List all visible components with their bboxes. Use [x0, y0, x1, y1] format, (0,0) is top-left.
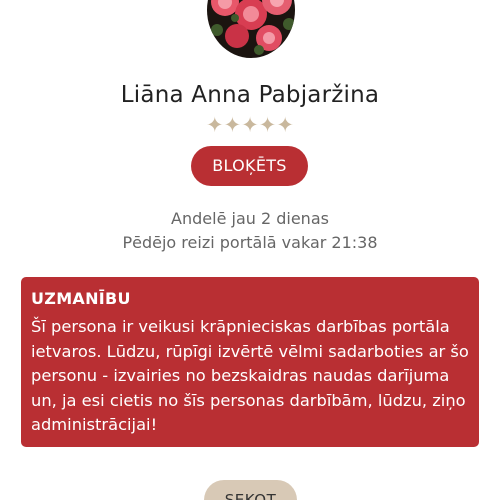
- follow-button[interactable]: SEKOT: [204, 480, 297, 500]
- last-seen-text: Pēdējo reizi portālā vakar 21:38: [122, 233, 378, 252]
- warning-text: Šī persona ir veikusi krāpnieciskas darb…: [31, 317, 469, 434]
- rating-stars: ✦✦✦✦✦: [206, 113, 294, 137]
- member-since-text: Andelē jau 2 dienas: [171, 209, 329, 228]
- warning-box: UZMANĪBU Šī persona ir veikusi krāpnieci…: [21, 277, 479, 447]
- avatar-flowers-image: [207, 0, 295, 58]
- profile-page: Liāna Anna Pabjaržina ✦✦✦✦✦ BLOĶĒTS Ande…: [0, 0, 500, 500]
- profile-name: Liāna Anna Pabjaržina: [120, 82, 380, 108]
- blocked-status-badge: BLOĶĒTS: [191, 146, 308, 186]
- warning-title: UZMANĪBU: [31, 289, 131, 308]
- avatar[interactable]: [207, 0, 295, 58]
